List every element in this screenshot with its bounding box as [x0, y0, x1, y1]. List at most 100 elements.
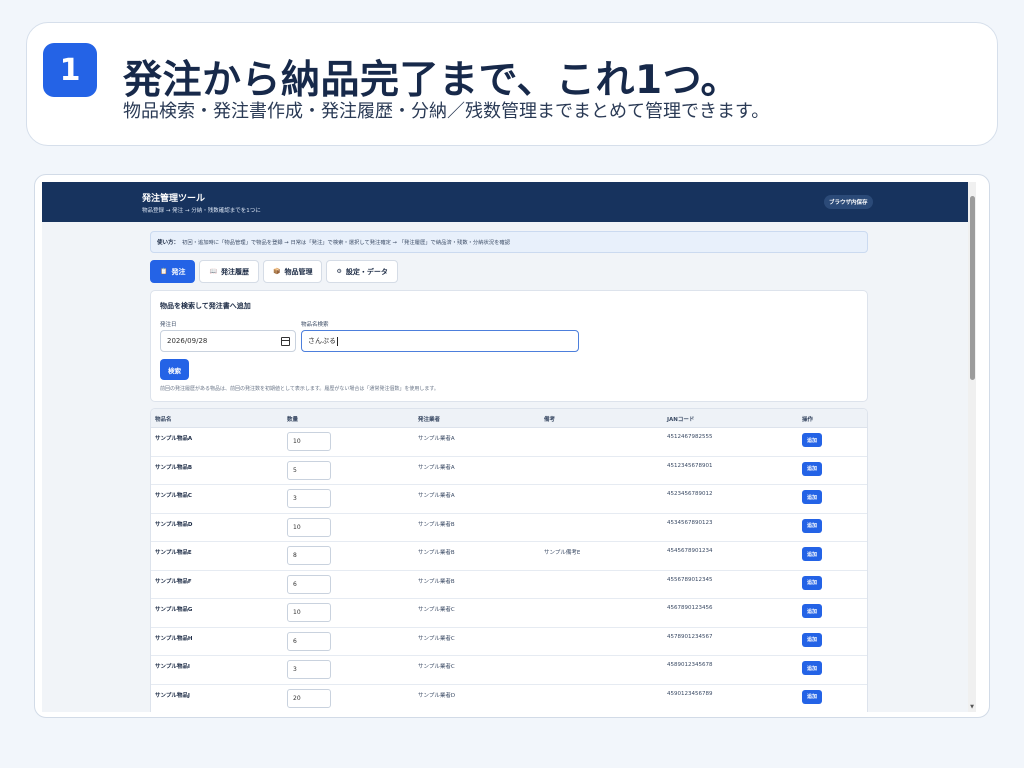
table-header: 物品名 数量 発注業者 備考 JANコード 操作 — [151, 409, 867, 428]
item-name-cell: サンプル物品C — [155, 493, 192, 499]
jan-code-cell: 4512467982555 — [667, 434, 713, 440]
feature-banner: 1 発注から納品完了まで、これ1つ。 物品検索・発注書作成・発注履歴・分納／残数… — [26, 22, 998, 146]
step-number-badge: 1 — [43, 43, 97, 97]
vendor-cell: サンプル業者B — [418, 578, 455, 585]
add-to-order-button[interactable]: 追加 — [802, 433, 822, 447]
jan-code-cell: 4589012345678 — [667, 662, 713, 668]
item-name-cell: サンプル物品G — [155, 607, 193, 613]
vendor-cell: サンプル業者C — [418, 664, 455, 670]
jan-code-cell: 4523456789012 — [667, 491, 713, 497]
tab-label: 物品管理 — [284, 267, 313, 276]
tab-order[interactable]: 📋 発注 — [150, 260, 196, 283]
quantity-input[interactable]: 20 — [287, 688, 331, 708]
scroll-down-arrow-icon[interactable]: ▼ — [969, 704, 975, 710]
vendor-cell: サンプル業者B — [418, 521, 455, 528]
table-row: サンプル物品A 10 サンプル業者A 4512467982555 追加 — [151, 428, 867, 457]
table-row: サンプル物品E 8 サンプル業者B サンプル備考E 4545678901234 追加 — [151, 542, 867, 571]
add-to-order-button[interactable]: 追加 — [802, 689, 822, 704]
item-name-search-value: さんぷる — [308, 337, 336, 345]
quantity-input[interactable]: 10 — [287, 432, 331, 451]
table-body: サンプル物品A 10 サンプル業者A 4512467982555 追加 サンプル物品B 5 サ… — [151, 428, 867, 712]
book-icon: 📖 — [209, 268, 217, 275]
usage-instructions: 使い方： 初回・追加時に「物品管理」で物品を登録 → 日常は「発注」で検索・選択… — [150, 231, 868, 253]
add-to-order-button[interactable]: 追加 — [802, 661, 822, 675]
jan-code-cell: 4545678901234 — [667, 548, 713, 554]
column-header-qty: 数量 — [287, 417, 299, 423]
quantity-input[interactable]: 6 — [287, 574, 331, 594]
jan-code-cell: 4578901234567 — [667, 633, 713, 640]
vendor-cell: サンプル業者D — [418, 692, 456, 699]
column-header-remarks: 備考 — [544, 417, 556, 423]
add-to-order-button[interactable]: 追加 — [802, 547, 822, 561]
item-name-cell: サンプル物品A — [155, 436, 193, 442]
add-to-order-button[interactable]: 追加 — [802, 632, 822, 647]
quantity-input[interactable]: 8 — [287, 546, 331, 565]
table-row: サンプル物品D 10 サンプル業者B 4534567890123 追加 — [151, 514, 867, 542]
add-to-order-button[interactable]: 追加 — [802, 461, 822, 476]
jan-code-cell: 4534567890123 — [667, 519, 713, 526]
remarks-cell: サンプル備考E — [544, 550, 581, 556]
column-header-jan: JANコード — [667, 417, 695, 423]
item-name-search-input[interactable]: さんぷる — [301, 330, 579, 352]
app-title: 発注管理ツール — [142, 194, 206, 204]
jan-code-cell: 4512345678901 — [667, 462, 713, 469]
vendor-cell: サンプル業者A — [418, 436, 455, 442]
app-subtitle: 物品登録 → 発注 → 分納・残数確認までを1つに — [142, 208, 261, 214]
scrollbar-thumb[interactable] — [970, 196, 975, 380]
item-name-cell: サンプル物品I — [155, 664, 190, 670]
feature-subtitle: 物品検索・発注書作成・発注履歴・分納／残数管理までまとめて管理できます。 — [123, 101, 770, 122]
add-to-order-button[interactable]: 追加 — [802, 518, 822, 533]
search-note: 前回の発注履歴がある物品は、前回の発注数を初期値として表示します。履歴がない場合… — [160, 386, 439, 392]
column-header-action: 操作 — [802, 417, 814, 423]
item-name-cell: サンプル物品F — [155, 578, 192, 585]
clipboard-icon: 📋 — [160, 268, 168, 275]
usage-label: 使い方： — [157, 240, 180, 246]
gear-icon: ⚙ — [336, 268, 342, 275]
quantity-input[interactable]: 5 — [287, 460, 331, 480]
quantity-input[interactable]: 3 — [287, 489, 331, 508]
item-name-search-label: 物品名検索 — [301, 322, 329, 328]
app-header: 発注管理ツール 物品登録 → 発注 → 分納・残数確認までを1つに ブラウザ内保… — [42, 182, 976, 222]
jan-code-cell: 4556789012345 — [667, 576, 713, 583]
jan-code-cell: 4567890123456 — [667, 605, 713, 611]
column-header-vendor: 発注業者 — [418, 417, 441, 423]
quantity-input[interactable]: 3 — [287, 660, 331, 679]
scrollbar[interactable]: ▼ — [968, 182, 976, 712]
tab-label: 発注履歴 — [220, 267, 249, 276]
item-name-cell: サンプル物品D — [155, 521, 193, 528]
order-date-label: 発注日 — [160, 322, 177, 328]
vendor-cell: サンプル業者B — [418, 550, 455, 556]
app-window: 発注管理ツール 物品登録 → 発注 → 分納・残数確認までを1つに ブラウザ内保… — [42, 182, 976, 712]
tab-item-management[interactable]: 📦 物品管理 — [262, 260, 323, 283]
add-to-order-button[interactable]: 追加 — [802, 604, 822, 618]
item-search-card: 物品を検索して発注書へ追加 発注日 2026/09/28 物品名検索 さんぷる … — [150, 290, 868, 402]
search-button[interactable]: 検索 — [160, 359, 189, 380]
tab-label: 発注 — [171, 267, 186, 276]
add-to-order-button[interactable]: 追加 — [802, 575, 822, 590]
usage-text: 初回・追加時に「物品管理」で物品を登録 → 日常は「発注」で検索・選択して発注確… — [182, 240, 510, 246]
quantity-input[interactable]: 6 — [287, 631, 331, 651]
column-header-name: 物品名 — [155, 417, 172, 423]
item-name-cell: サンプル物品E — [155, 550, 192, 556]
browser-frame: 発注管理ツール 物品登録 → 発注 → 分納・残数確認までを1つに ブラウザ内保… — [34, 174, 990, 718]
package-icon: 📦 — [272, 268, 281, 275]
tab-order-history[interactable]: 📖 発注履歴 — [199, 260, 259, 283]
jan-code-cell: 4590123456789 — [667, 690, 713, 697]
table-row: サンプル物品H 6 サンプル業者C 4578901234567 追加 — [151, 628, 867, 656]
quantity-input[interactable]: 10 — [287, 517, 331, 537]
item-name-cell: サンプル物品H — [155, 635, 193, 642]
table-row: サンプル物品I 3 サンプル業者C 4589012345678 追加 — [151, 656, 867, 685]
table-row: サンプル物品F 6 サンプル業者B 4556789012345 追加 — [151, 571, 867, 599]
add-to-order-button[interactable]: 追加 — [802, 490, 822, 504]
text-caret — [337, 336, 338, 346]
order-date-input[interactable]: 2026/09/28 — [160, 330, 296, 352]
calendar-icon[interactable] — [281, 337, 290, 346]
table-row: サンプル物品C 3 サンプル業者A 4523456789012 追加 — [151, 485, 867, 514]
tab-settings-data[interactable]: ⚙ 設定・データ — [326, 260, 398, 283]
storage-badge: ブラウザ内保存 — [824, 195, 873, 209]
vendor-cell: サンプル業者C — [418, 607, 455, 613]
table-row: サンプル物品B 5 サンプル業者A 4512345678901 追加 — [151, 457, 867, 485]
search-card-title: 物品を検索して発注書へ追加 — [160, 302, 251, 310]
quantity-input[interactable]: 10 — [287, 603, 331, 622]
vendor-cell: サンプル業者C — [418, 635, 455, 642]
